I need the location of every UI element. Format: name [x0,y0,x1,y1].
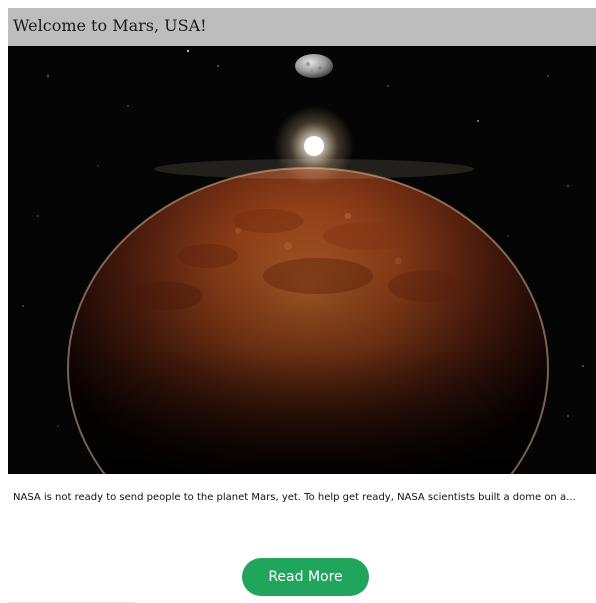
moon-icon [295,54,333,78]
post-card: Welcome to Mars, USA! NASA is not ready … [8,8,596,603]
title-bar: Welcome to Mars, USA! [8,8,596,46]
post-title: Welcome to Mars, USA! [13,16,207,35]
hero-image [8,46,596,474]
post-excerpt: NASA is not ready to send people to the … [13,492,576,503]
read-more-button[interactable]: Read More [242,558,369,596]
mars-scene-image [8,46,596,474]
